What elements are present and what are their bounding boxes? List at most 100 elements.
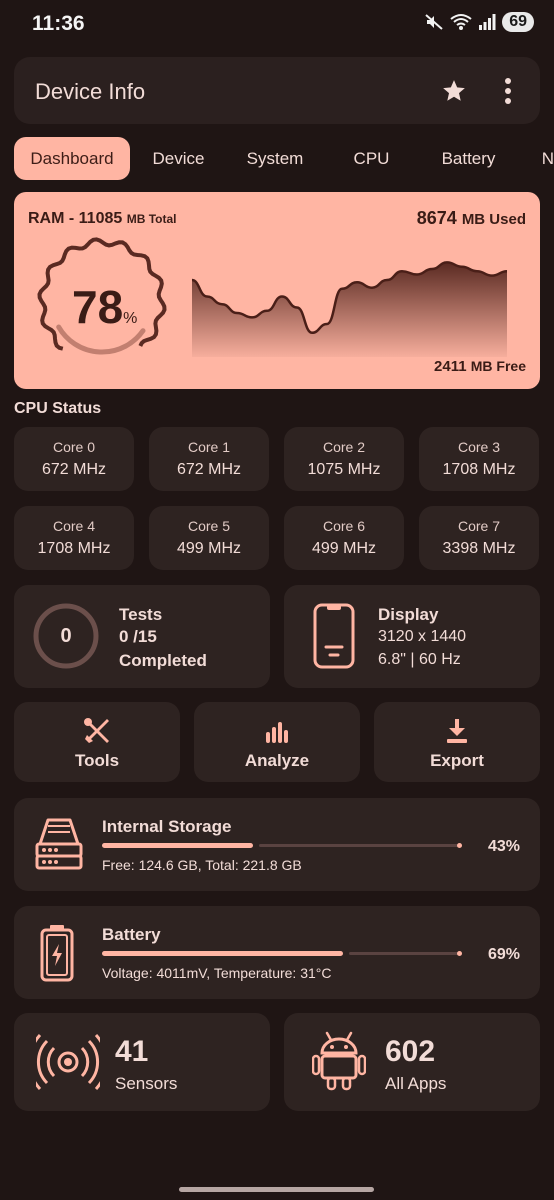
- ram-card[interactable]: RAM - 11085 MB Total 8674 MB Used 78% 24…: [14, 192, 540, 389]
- core-frequency: 499 MHz: [311, 540, 377, 557]
- tests-count: 0: [60, 625, 72, 647]
- core-name: Core 3: [457, 439, 501, 455]
- star-icon[interactable]: [441, 78, 467, 104]
- display-card[interactable]: Display 3120 x 1440 6.8" | 60 Hz: [284, 585, 540, 688]
- tab-dashboard[interactable]: Dashboard: [14, 137, 130, 180]
- ram-percent-value: 78: [72, 281, 124, 333]
- wifi-icon: [450, 14, 472, 30]
- export-button[interactable]: Export: [374, 702, 540, 782]
- tools-label: Tools: [74, 751, 120, 770]
- apps-count: 602: [385, 1035, 436, 1068]
- core-frequency: 499 MHz: [176, 540, 242, 557]
- core-card[interactable]: Core 4 1708 MHz: [14, 506, 134, 570]
- core-card[interactable]: Core 0 672 MHz: [14, 427, 134, 491]
- android-icon: [312, 1031, 366, 1091]
- export-label: Export: [430, 751, 484, 770]
- ram-free-unit: MB Free: [470, 358, 526, 374]
- battery-progress-track: [349, 952, 462, 955]
- apps-card[interactable]: 602 All Apps: [284, 1013, 540, 1111]
- battery-card[interactable]: Battery Voltage: 4011mV, Temperature: 31…: [14, 906, 540, 999]
- status-icons: 69: [424, 12, 534, 32]
- storage-label: Internal Storage: [102, 817, 232, 836]
- core-card[interactable]: Core 1 672 MHz: [149, 427, 269, 491]
- storage-detail: Free: 124.6 GB, Total: 221.8 GB: [102, 857, 302, 873]
- core-name: Core 5: [187, 518, 231, 534]
- battery-icon: [40, 925, 74, 982]
- analyze-icon: [266, 722, 288, 743]
- tab-system[interactable]: System: [227, 137, 323, 180]
- more-vert-icon[interactable]: [504, 77, 512, 105]
- display-details: 6.8" | 60 Hz: [378, 651, 461, 668]
- tools-button[interactable]: Tools: [14, 702, 180, 782]
- ram-used: 8674 MB Used: [417, 208, 526, 229]
- tests-progress: 0 /15: [119, 627, 157, 646]
- ram-used-unit: MB Used: [461, 211, 526, 228]
- sensors-label: Sensors: [115, 1074, 178, 1093]
- core-frequency: 1075 MHz: [307, 461, 381, 478]
- battery-label: Battery: [102, 925, 161, 944]
- ram-percent-unit: %: [123, 310, 138, 327]
- signal-icon: [479, 14, 496, 30]
- ram-total-unit: MB Total: [126, 212, 177, 226]
- mute-icon: [425, 14, 443, 30]
- ram-usage-graph: [192, 261, 507, 357]
- sensors-card[interactable]: 41 Sensors: [14, 1013, 270, 1111]
- tab-battery[interactable]: Battery: [420, 137, 517, 180]
- battery-percent: 69%: [487, 946, 520, 963]
- storage-progress-track: [259, 844, 462, 847]
- storage-progress-end-dot: [457, 843, 462, 848]
- battery-progress-bar: [102, 950, 462, 958]
- ram-percent: 78%: [72, 280, 137, 334]
- storage-card[interactable]: Internal Storage Free: 124.6 GB, Total: …: [14, 798, 540, 891]
- core-card[interactable]: Core 3 1708 MHz: [419, 427, 539, 491]
- ram-free: 2411 MB Free: [434, 358, 526, 375]
- tab-next[interactable]: N: [517, 137, 554, 180]
- battery-detail: Voltage: 4011mV, Temperature: 31°C: [102, 965, 332, 981]
- cpu-status-title: CPU Status: [14, 400, 102, 417]
- battery-level-badge: 69: [502, 12, 534, 32]
- export-icon: [447, 719, 467, 743]
- analyze-label: Analyze: [244, 751, 310, 770]
- core-name: Core 6: [322, 518, 366, 534]
- core-card[interactable]: Core 5 499 MHz: [149, 506, 269, 570]
- ram-used-value: 8674: [416, 208, 457, 228]
- battery-progress-end-dot: [457, 951, 462, 956]
- storage-icon: [35, 818, 83, 870]
- ram-total-value: RAM - 11085: [28, 210, 123, 227]
- sensors-icon: [36, 1033, 100, 1091]
- phone-icon: [313, 603, 355, 669]
- core-name: Core 2: [322, 439, 366, 455]
- ram-graph-area: [192, 262, 507, 357]
- ram-free-value: 2411: [434, 358, 467, 375]
- tests-label: Tests: [119, 605, 163, 624]
- storage-percent: 43%: [487, 838, 520, 855]
- sensors-count: 41: [115, 1035, 149, 1068]
- analyze-button[interactable]: Analyze: [194, 702, 360, 782]
- tools-icon: [84, 718, 109, 743]
- display-label: Display: [378, 605, 439, 624]
- core-frequency: 1708 MHz: [442, 461, 516, 478]
- tab-device[interactable]: Device: [130, 137, 227, 180]
- core-card[interactable]: Core 2 1075 MHz: [284, 427, 404, 491]
- core-name: Core 7: [457, 518, 501, 534]
- tests-card[interactable]: 0 Tests 0 /15 Completed: [14, 585, 270, 688]
- core-card[interactable]: Core 7 3398 MHz: [419, 506, 539, 570]
- core-card[interactable]: Core 6 499 MHz: [284, 506, 404, 570]
- home-indicator[interactable]: [179, 1187, 374, 1192]
- status-time: 11:36: [32, 12, 85, 35]
- core-frequency: 3398 MHz: [442, 540, 516, 557]
- core-frequency: 672 MHz: [41, 461, 107, 478]
- core-name: Core 1: [187, 439, 231, 455]
- tab-bar: Dashboard Device System CPU Battery N: [14, 137, 554, 180]
- core-name: Core 4: [52, 518, 96, 534]
- core-frequency: 672 MHz: [176, 461, 242, 478]
- app-title: Device Info: [35, 79, 146, 104]
- ram-total: RAM - 11085 MB Total: [28, 210, 177, 228]
- storage-progress-fill: [102, 843, 253, 848]
- display-resolution: 3120 x 1440: [378, 628, 467, 645]
- apps-label: All Apps: [385, 1074, 447, 1093]
- tab-cpu[interactable]: CPU: [323, 137, 420, 180]
- core-name: Core 0: [52, 439, 96, 455]
- core-frequency: 1708 MHz: [37, 540, 111, 557]
- app-bar: Device Info: [14, 57, 540, 124]
